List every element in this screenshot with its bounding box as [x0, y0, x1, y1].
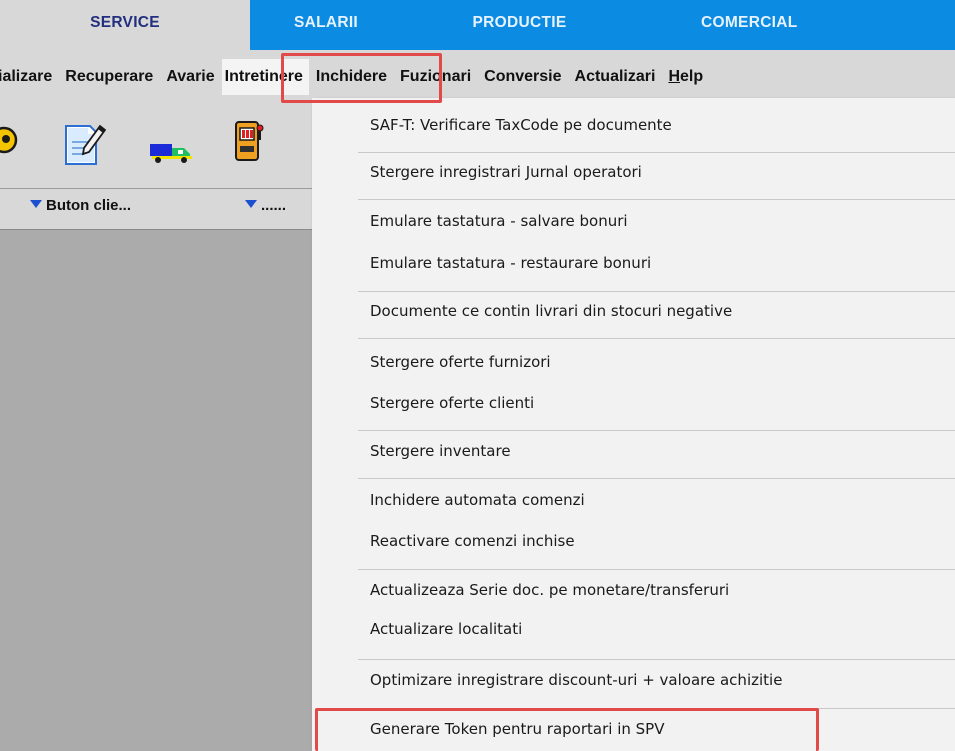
menu-separator	[358, 338, 955, 339]
menu-fuzionari[interactable]: Fuzionari	[400, 59, 471, 95]
menu-actualizari[interactable]: Actualizari	[575, 59, 656, 95]
menu-conversie[interactable]: Conversie	[484, 59, 561, 95]
menu-option-stergere-jurnal-operatori[interactable]: Stergere inregistrari Jurnal operatori	[370, 162, 642, 182]
menu-initializare[interactable]: ializare	[0, 59, 52, 95]
coin-icon[interactable]	[0, 126, 18, 158]
dropdown-triangle-icon	[245, 200, 257, 208]
menu-option-stergere-oferte-furnizori[interactable]: Stergere oferte furnizori	[370, 352, 551, 372]
edit-document-icon[interactable]	[62, 120, 107, 170]
menu-separator	[358, 199, 955, 200]
quick-buttons-bar: Buton clie... ......	[0, 189, 320, 230]
menu-separator	[358, 430, 955, 431]
menu-inchidere[interactable]: Inchidere	[316, 59, 387, 95]
slot-machine-icon[interactable]	[232, 120, 266, 166]
menu-option-generare-token-spv[interactable]: Generare Token pentru raportari in SPV	[370, 719, 664, 739]
menu-help[interactable]: Help	[668, 59, 703, 95]
menu-separator	[358, 569, 955, 570]
extra-button[interactable]: ......	[245, 197, 286, 214]
customer-button-label: Buton clie...	[46, 197, 132, 214]
menu-separator	[358, 659, 955, 660]
menu-option-stergere-oferte-clienti[interactable]: Stergere oferte clienti	[370, 393, 534, 413]
menu-avarie[interactable]: Avarie	[166, 59, 214, 95]
menu-option-actualizeaza-serie-doc[interactable]: Actualizeaza Serie doc. pe monetare/tran…	[370, 580, 729, 600]
module-tabs: SERVICE SALARII PRODUCTIE COMERCIAL	[0, 0, 955, 50]
dropdown-triangle-icon	[30, 200, 42, 208]
tab-salarii[interactable]: SALARII	[250, 0, 402, 50]
menu-option-inchidere-automata-comenzi[interactable]: Inchidere automata comenzi	[370, 490, 585, 510]
menubar: ializare Recuperare Avarie Intretinere I…	[0, 50, 955, 104]
tab-comercial[interactable]: COMERCIAL	[637, 0, 955, 50]
menu-option-emulare-salvare-bonuri[interactable]: Emulare tastatura - salvare bonuri	[370, 211, 628, 231]
menu-help-mnemonic: H	[668, 68, 680, 85]
menu-help-rest: elp	[680, 68, 704, 85]
menu-option-actualizare-localitati[interactable]: Actualizare localitati	[370, 619, 522, 639]
menu-recuperare[interactable]: Recuperare	[65, 59, 153, 95]
menu-option-documente-stocuri-negative[interactable]: Documente ce contin livrari din stocuri …	[370, 301, 732, 321]
extra-button-label: ......	[261, 197, 287, 214]
intretinere-dropdown-menu: SAF-T: Verificare TaxCode pe documente S…	[312, 98, 955, 751]
menu-option-saft-verificare-taxcode[interactable]: SAF-T: Verificare TaxCode pe documente	[370, 115, 672, 135]
menu-separator	[358, 708, 955, 709]
menu-option-emulare-restaurare-bonuri[interactable]: Emulare tastatura - restaurare bonuri	[370, 253, 651, 273]
customer-button[interactable]: Buton clie...	[30, 197, 131, 214]
menu-separator	[358, 291, 955, 292]
menu-separator	[358, 478, 955, 479]
tab-service[interactable]: SERVICE	[0, 0, 250, 50]
menu-option-stergere-inventare[interactable]: Stergere inventare	[370, 441, 511, 461]
delivery-truck-icon[interactable]	[148, 140, 200, 168]
menu-option-optimizare-discount[interactable]: Optimizare inregistrare discount-uri + v…	[370, 670, 782, 690]
tab-productie[interactable]: PRODUCTIE	[402, 0, 637, 50]
menu-intretinere[interactable]: Intretinere	[221, 59, 309, 95]
toolbar	[0, 104, 320, 189]
menu-option-reactivare-comenzi[interactable]: Reactivare comenzi inchise	[370, 531, 575, 551]
menu-separator	[358, 152, 955, 153]
